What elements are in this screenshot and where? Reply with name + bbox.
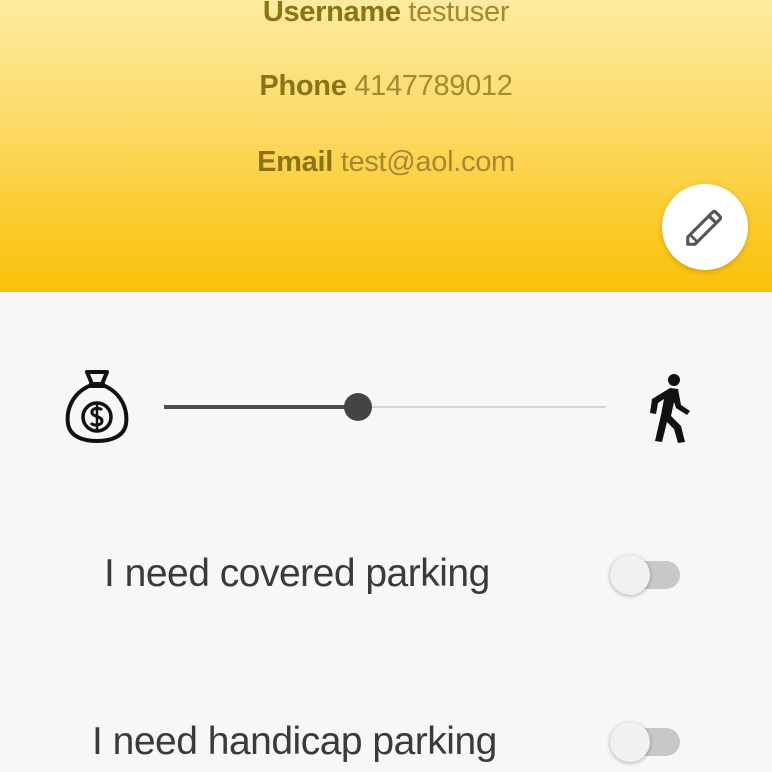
profile-header: Username testuser Phone 4147789012 Email… xyxy=(0,0,772,292)
pencil-icon xyxy=(686,209,723,246)
toggle-knob xyxy=(610,722,650,762)
covered-parking-label: I need covered parking xyxy=(104,552,490,595)
handicap-parking-label: I need handicap parking xyxy=(92,720,497,763)
phone-row: Phone 4147789012 xyxy=(0,70,772,103)
phone-value: 4147789012 xyxy=(354,70,513,102)
email-row: Email test@aol.com xyxy=(0,146,772,179)
username-label: Username xyxy=(262,0,401,28)
edit-profile-button[interactable] xyxy=(662,184,748,270)
toggle-knob xyxy=(610,555,650,595)
profile-screen: Username testuser Phone 4147789012 Email… xyxy=(0,0,772,772)
phone-label: Phone xyxy=(259,70,347,102)
price-distance-slider[interactable] xyxy=(164,388,606,428)
covered-parking-toggle[interactable] xyxy=(608,553,684,599)
slider-thumb[interactable] xyxy=(344,393,372,421)
money-bag-icon xyxy=(65,370,129,443)
username-value: testuser xyxy=(408,0,510,28)
walking-person-icon xyxy=(650,374,690,443)
slider-fill xyxy=(164,405,358,409)
username-row: Username testuser xyxy=(0,0,772,29)
email-label: Email xyxy=(257,146,333,178)
email-value: test@aol.com xyxy=(340,146,515,178)
handicap-parking-toggle[interactable] xyxy=(608,720,684,766)
